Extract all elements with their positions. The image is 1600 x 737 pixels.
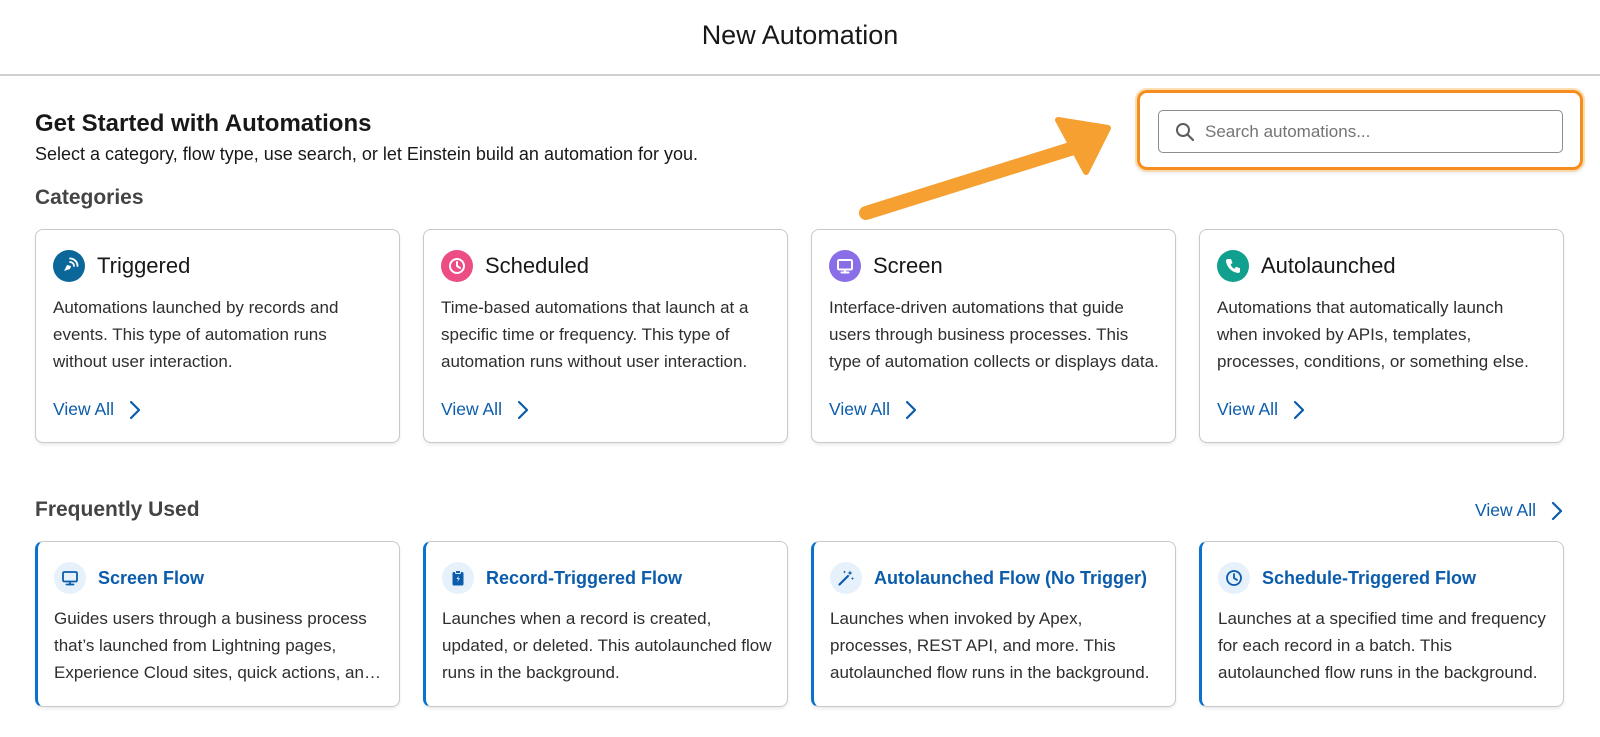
monitor-icon: [829, 250, 861, 282]
category-title: Autolaunched: [1261, 253, 1396, 278]
flow-title-link[interactable]: Record-Triggered Flow: [486, 568, 682, 589]
search-input[interactable]: [1205, 121, 1545, 142]
flow-card-schedule-triggered-flow[interactable]: Schedule-Triggered Flow Launches at a sp…: [1199, 541, 1564, 707]
flow-card-record-triggered-flow[interactable]: Record-Triggered Flow Launches when a re…: [423, 541, 788, 707]
monitor-icon: [54, 562, 86, 594]
intro-title: Get Started with Automations: [35, 110, 372, 137]
flow-description: Guides users through a business process …: [54, 609, 374, 682]
category-card-screen[interactable]: Screen Interface-driven automations that…: [811, 229, 1176, 443]
view-all-triggered-link[interactable]: View All: [53, 399, 142, 420]
view-all-screen-link[interactable]: View All: [829, 399, 918, 420]
category-card-triggered[interactable]: Triggered Automations launched by record…: [35, 229, 400, 443]
phone-icon: [1217, 250, 1249, 282]
page-header: New Automation: [0, 0, 1600, 76]
flow-card-screen-flow[interactable]: Screen Flow Guides users through a busin…: [35, 541, 400, 707]
flow-description: Launches at a specified time and frequen…: [1218, 609, 1546, 682]
view-all-scheduled-link[interactable]: View All: [441, 399, 530, 420]
flow-title-link[interactable]: Screen Flow: [98, 568, 204, 589]
chevron-right-icon: [129, 400, 141, 419]
category-description: Automations that automatically launch wh…: [1217, 298, 1529, 371]
page-title: New Automation: [701, 19, 899, 50]
category-description: Interface-driven automations that guide …: [829, 298, 1159, 371]
chevron-right-icon: [517, 400, 529, 419]
frequently-used-heading: Frequently Used: [35, 498, 200, 521]
search-box[interactable]: [1158, 110, 1563, 153]
chevron-right-icon: [1551, 501, 1563, 520]
chevron-right-icon: [905, 400, 917, 419]
categories-heading: Categories: [35, 186, 144, 209]
flow-description: Launches when a record is created, updat…: [442, 609, 772, 682]
search-icon: [1176, 122, 1195, 141]
category-description: Automations launched by records and even…: [53, 298, 339, 371]
view-all-label: View All: [53, 399, 114, 419]
view-all-label: View All: [1475, 500, 1536, 520]
magic-wand-icon: [830, 562, 862, 594]
intro-subtitle: Select a category, flow type, use search…: [35, 144, 699, 164]
annotation-arrow: [859, 117, 1111, 220]
view-all-autolaunched-link[interactable]: View All: [1217, 399, 1306, 420]
category-title: Triggered: [97, 253, 191, 278]
flow-card-autolaunched-flow[interactable]: Autolaunched Flow (No Trigger) Launches …: [811, 541, 1176, 707]
chevron-right-icon: [1293, 400, 1305, 419]
category-title: Scheduled: [485, 253, 589, 278]
flow-description: Launches when invoked by Apex, processes…: [830, 609, 1150, 682]
category-description: Time-based automations that launch at a …: [441, 298, 749, 371]
category-card-autolaunched[interactable]: Autolaunched Automations that automatica…: [1199, 229, 1564, 443]
clock-icon: [1218, 562, 1250, 594]
flow-title-link[interactable]: Autolaunched Flow (No Trigger): [874, 568, 1147, 589]
view-all-label: View All: [441, 399, 502, 419]
clipboard-icon: [442, 562, 474, 594]
view-all-label: View All: [1217, 399, 1278, 419]
category-title: Screen: [873, 253, 943, 278]
clock-icon: [441, 250, 473, 282]
signal-hand-icon: [53, 250, 85, 282]
view-all-label: View All: [829, 399, 890, 419]
frequently-used-view-all-link[interactable]: View All: [1475, 500, 1564, 521]
flow-title-link[interactable]: Schedule-Triggered Flow: [1262, 568, 1476, 589]
category-card-scheduled[interactable]: Scheduled Time-based automations that la…: [423, 229, 788, 443]
